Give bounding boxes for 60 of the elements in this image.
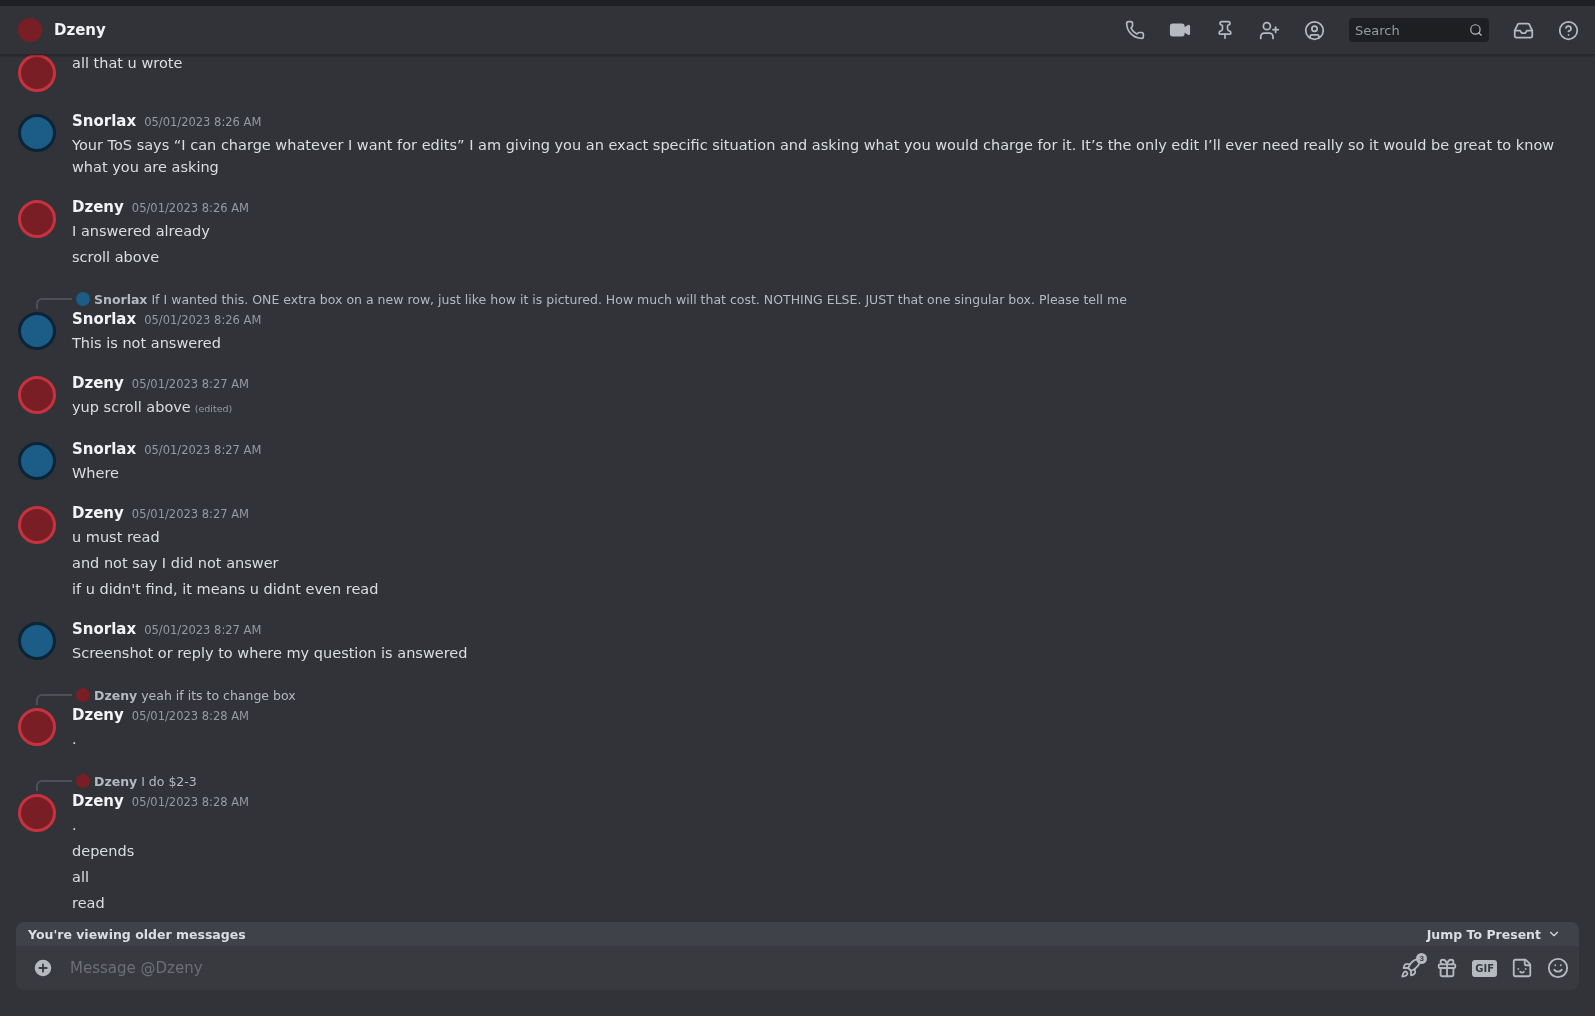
timestamp: 05/01/2023 8:27 AM — [144, 443, 262, 457]
timestamp: 05/01/2023 8:28 AM — [131, 795, 250, 809]
message-text: This is not answered — [72, 335, 221, 351]
timestamp: 05/01/2023 8:26 AM — [131, 201, 250, 215]
message-text: scroll above — [72, 249, 160, 265]
author-name[interactable]: Dzeny — [72, 198, 124, 216]
author-name[interactable]: Snorlax — [72, 112, 137, 130]
sticker-icon[interactable] — [1511, 957, 1533, 979]
jump-to-present-button[interactable]: Jump To Present — [1420, 925, 1567, 943]
reply-connector — [36, 694, 72, 705]
message-text: u must read — [72, 529, 160, 545]
message-text: . — [72, 817, 77, 833]
author-name[interactable]: Dzeny — [72, 504, 124, 522]
gift-icon[interactable] — [1436, 957, 1459, 979]
reply-preview[interactable]: If I wanted this. ONE extra box on a new row, just like how it is pictured. How much will that cost. NOTHING ELSE. JUST that one singular box. Please tell me — [151, 291, 1127, 307]
reply-connector — [36, 298, 72, 309]
reply-author[interactable]: Snorlax — [94, 291, 148, 307]
message-text: all — [72, 869, 89, 885]
message-text: I answered already — [72, 223, 210, 239]
message-text: Your ToS says “I can charge whatever I want for edits” I am giving you an exact specific situation and asking what you would charge for it. It’s the only edit I’ll ever need really so it would be great to know what you are asking — [72, 137, 1555, 175]
message-text: if u didn't find, it means u didnt even read — [72, 581, 379, 597]
message-text: Where — [72, 465, 119, 481]
reply-avatar — [76, 688, 90, 702]
author-name[interactable]: Snorlax — [72, 310, 137, 328]
gif-button[interactable]: GIF — [1472, 959, 1497, 977]
message-text: read — [72, 895, 105, 911]
reply-preview[interactable]: I do $2-3 — [141, 773, 197, 789]
timestamp: 05/01/2023 8:27 AM — [131, 377, 250, 391]
message-text: yup scroll above — [72, 399, 191, 415]
reply-preview[interactable]: yeah if its to change box — [141, 687, 296, 703]
reply-avatar — [76, 292, 90, 306]
message-text: . — [72, 731, 77, 747]
avatar[interactable] — [18, 55, 56, 92]
reply-author[interactable]: Dzeny — [94, 773, 138, 789]
channel-title: Dzeny — [54, 21, 107, 39]
timestamp: 05/01/2023 8:26 AM — [144, 115, 262, 129]
message-text: Screenshot or reply to where my question is answered — [72, 645, 468, 661]
search-field[interactable]: Search — [1349, 18, 1489, 42]
edited-label: (edited) — [194, 403, 233, 414]
author-name[interactable]: Snorlax — [72, 620, 137, 638]
dm-avatar — [18, 18, 42, 42]
add-attachment-icon[interactable] — [32, 957, 54, 979]
message-composer[interactable]: Message @Dzeny 3 GIF — [16, 946, 1579, 990]
reply-connector — [36, 780, 72, 791]
message-text: depends — [72, 843, 135, 859]
reply-author[interactable]: Dzeny — [94, 687, 138, 703]
author-name[interactable]: Dzeny — [72, 374, 124, 392]
author-name[interactable]: Snorlax — [72, 440, 137, 458]
timestamp: 05/01/2023 8:27 AM — [131, 507, 250, 521]
timestamp: 05/01/2023 8:28 AM — [131, 709, 250, 723]
timestamp: 05/01/2023 8:27 AM — [144, 623, 262, 637]
message-text: and not say I did not answer — [72, 555, 279, 571]
message-text: all that u wrote — [72, 55, 183, 71]
reply-avatar — [76, 774, 90, 788]
author-name[interactable]: Dzeny — [72, 706, 124, 724]
author-name[interactable]: Dzeny — [72, 792, 124, 810]
older-messages-text: You're viewing older messages — [28, 926, 246, 942]
timestamp: 05/01/2023 8:26 AM — [144, 313, 262, 327]
search-icon — [1469, 23, 1483, 37]
emoji-icon[interactable] — [1547, 957, 1569, 979]
